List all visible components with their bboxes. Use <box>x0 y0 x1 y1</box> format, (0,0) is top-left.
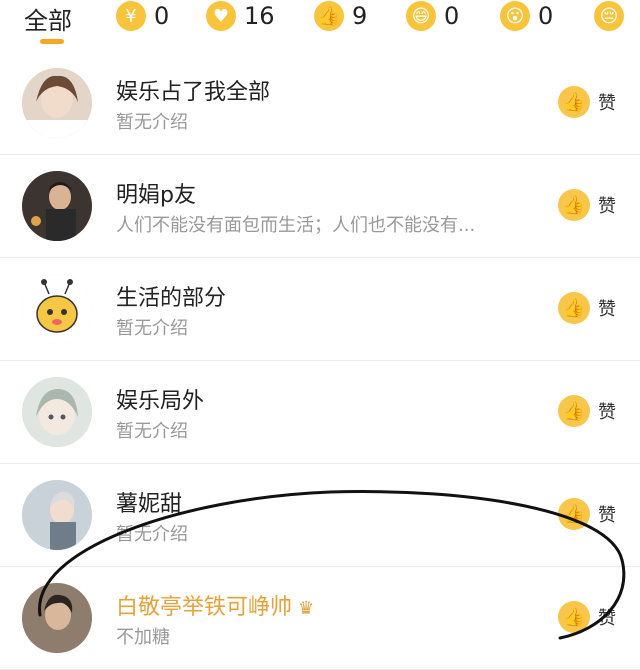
surprised-icon: 😮 <box>500 1 530 31</box>
avatar[interactable] <box>22 68 92 138</box>
thumbs-up-count: 9 <box>352 2 368 30</box>
avatar[interactable] <box>22 171 92 241</box>
tab-coin[interactable]: ¥ 0 <box>116 0 169 32</box>
like-label: 赞 <box>598 402 616 423</box>
user-bio: 人们不能没有面包而生活；人们也不能没有... <box>116 215 476 236</box>
like-button[interactable]: 👍 赞 <box>558 601 616 633</box>
thumbs-up-icon: 👍 <box>558 86 590 118</box>
tab-surprised[interactable]: 😮 0 <box>500 0 553 32</box>
laugh-count: 0 <box>444 2 460 30</box>
avatar[interactable] <box>22 274 92 344</box>
tab-all[interactable]: 全部 <box>24 0 72 44</box>
like-label: 赞 <box>598 505 616 526</box>
like-button[interactable]: 👍 赞 <box>558 189 616 221</box>
user-name[interactable]: 明娟p友 <box>116 177 196 209</box>
thumbs-up-icon: 👍 <box>558 395 590 427</box>
list-item[interactable]: 生活的部分 暂无介绍 👍 赞 <box>0 258 640 361</box>
avatar[interactable] <box>22 583 92 653</box>
surprised-count: 0 <box>538 2 554 30</box>
laugh-icon: 😄 <box>406 1 436 31</box>
list-item[interactable]: 白敬亭举铁可峥帅 ♛ 不加糖 👍 赞 <box>0 567 640 670</box>
like-button[interactable]: 👍 赞 <box>558 498 616 530</box>
user-bio: 暂无介绍 <box>116 421 188 442</box>
heart-icon: ♥ <box>206 1 236 31</box>
tab-all-label: 全部 <box>24 6 72 35</box>
user-name[interactable]: 白敬亭举铁可峥帅 ♛ <box>116 589 314 621</box>
list-item[interactable]: 明娟p友 人们不能没有面包而生活；人们也不能没有... 👍 赞 <box>0 155 640 258</box>
like-button[interactable]: 👍 赞 <box>558 292 616 324</box>
thumbs-up-icon: 👍 <box>314 1 344 31</box>
tab-heart[interactable]: ♥ 16 <box>206 0 275 32</box>
thumbs-up-icon: 👍 <box>558 601 590 633</box>
like-button[interactable]: 👍 赞 <box>558 86 616 118</box>
like-button[interactable]: 👍 赞 <box>558 395 616 427</box>
coin-icon: ¥ <box>116 1 146 31</box>
reaction-tab-bar: 全部 ¥ 0 ♥ 16 👍 9 😄 0 😮 0 😔 <box>0 0 640 52</box>
user-name[interactable]: 娱乐局外 <box>116 383 204 415</box>
coin-count: 0 <box>154 2 170 30</box>
like-label: 赞 <box>598 608 616 629</box>
list-item[interactable]: 薯妮甜 暂无介绍 👍 赞 <box>0 464 640 567</box>
tab-sad[interactable]: 😔 <box>594 0 624 32</box>
thumbs-up-icon: 👍 <box>558 498 590 530</box>
user-bio: 不加糖 <box>116 627 170 648</box>
tab-thumbs-up[interactable]: 👍 9 <box>314 0 367 32</box>
like-label: 赞 <box>598 93 616 114</box>
like-label: 赞 <box>598 299 616 320</box>
user-bio: 暂无介绍 <box>116 112 188 133</box>
crown-icon: ♛ <box>298 597 315 619</box>
user-name-text: 白敬亭举铁可峥帅 <box>116 595 293 620</box>
heart-count: 16 <box>244 2 275 30</box>
thumbs-up-icon: 👍 <box>558 189 590 221</box>
avatar[interactable] <box>22 480 92 550</box>
avatar[interactable] <box>22 377 92 447</box>
sad-icon: 😔 <box>594 1 624 31</box>
tab-laugh[interactable]: 😄 0 <box>406 0 459 32</box>
thumbs-up-icon: 👍 <box>558 292 590 324</box>
list-item[interactable]: 娱乐占了我全部 暂无介绍 👍 赞 <box>0 52 640 155</box>
user-name[interactable]: 薯妮甜 <box>116 486 182 518</box>
list-item[interactable]: 娱乐局外 暂无介绍 👍 赞 <box>0 361 640 464</box>
tab-active-indicator <box>40 39 64 44</box>
user-name[interactable]: 生活的部分 <box>116 280 226 312</box>
user-bio: 暂无介绍 <box>116 524 188 545</box>
like-label: 赞 <box>598 196 616 217</box>
liker-list: 娱乐占了我全部 暂无介绍 👍 赞 明娟p友 人们不能没有面包而生活；人们也不能没… <box>0 52 640 670</box>
user-name[interactable]: 娱乐占了我全部 <box>116 74 270 106</box>
user-bio: 暂无介绍 <box>116 318 188 339</box>
